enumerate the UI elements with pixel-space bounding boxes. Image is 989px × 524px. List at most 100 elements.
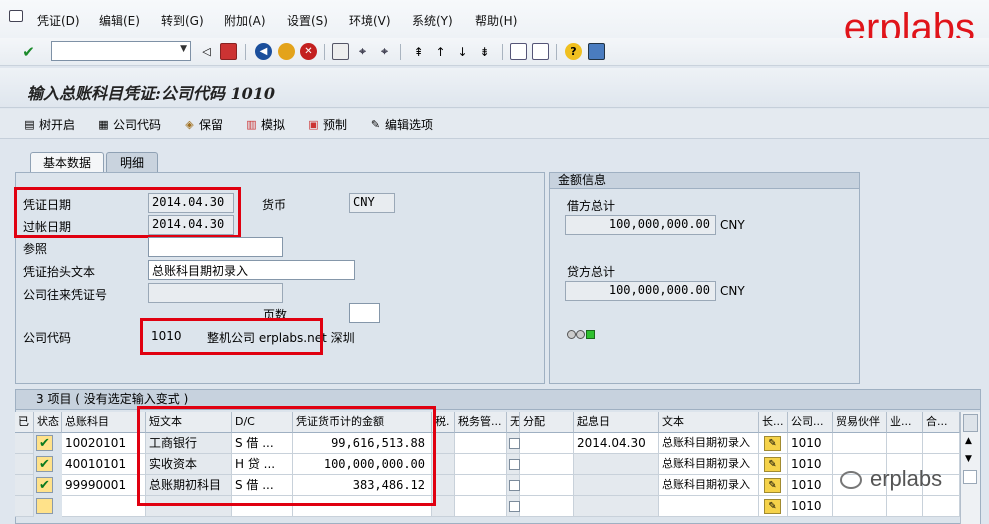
scroll-up-icon[interactable]: ▲ — [965, 436, 972, 446]
text-cell[interactable]: 总账科目期初录入 — [659, 433, 759, 454]
tab-basic-data[interactable]: 基本数据 — [30, 152, 104, 173]
col-company[interactable]: 公司... — [788, 412, 833, 433]
shortcut-icon[interactable] — [532, 43, 549, 60]
assignment-cell[interactable] — [520, 454, 574, 475]
company-cell[interactable]: 1010 — [788, 433, 833, 454]
cancel-icon[interactable]: ✕ — [300, 43, 317, 60]
last-page-icon[interactable]: ⇟ — [476, 43, 493, 60]
row-selector[interactable] — [15, 475, 34, 496]
menu-extras[interactable]: 附加(A) — [224, 12, 266, 29]
col-text[interactable]: 文本 — [659, 412, 759, 433]
long-text-pencil-icon[interactable]: ✎ — [764, 499, 781, 514]
company-code-button[interactable]: ▦ 公司代码 — [97, 116, 161, 133]
find-icon[interactable]: ⌖ — [354, 43, 371, 60]
company-cell[interactable]: 1010 — [788, 475, 833, 496]
menu-system[interactable]: 系统(Y) — [412, 12, 453, 29]
no-tax-checkbox[interactable] — [509, 480, 520, 491]
col-tax-mgmt[interactable]: 税务管... — [455, 412, 507, 433]
assignment-cell[interactable] — [520, 496, 574, 517]
business-cell[interactable] — [887, 496, 923, 517]
col-contract[interactable]: 合... — [923, 412, 960, 433]
col-selected[interactable]: 已 — [15, 412, 34, 433]
exit-icon[interactable] — [278, 43, 295, 60]
long-text-pencil-icon[interactable]: ✎ — [764, 478, 781, 493]
next-page-icon[interactable]: ↓ — [454, 43, 471, 60]
tab-details[interactable]: 明细 — [106, 152, 158, 173]
value-date-cell[interactable]: 2014.04.30 — [574, 433, 659, 454]
back-arrow-icon[interactable]: ◁ — [198, 43, 215, 60]
table-settings-icon[interactable] — [963, 414, 978, 432]
tax-mgmt-cell[interactable] — [455, 475, 507, 496]
menu-environment[interactable]: 环境(V) — [349, 12, 391, 29]
col-no[interactable]: 无 — [507, 412, 520, 433]
scroll-thumb[interactable] — [963, 470, 977, 484]
col-assignment[interactable]: 分配 — [520, 412, 574, 433]
col-status[interactable]: 状态 — [34, 412, 62, 433]
page-input[interactable] — [349, 303, 380, 323]
help-icon[interactable]: ? — [565, 43, 582, 60]
no-tax-checkbox[interactable] — [509, 501, 520, 512]
trading-partner-cell[interactable] — [833, 433, 887, 454]
business-cell[interactable] — [887, 433, 923, 454]
new-session-icon[interactable] — [510, 43, 527, 60]
text-cell[interactable] — [659, 496, 759, 517]
save-as-completed-button[interactable]: ▣ 预制 — [307, 116, 347, 133]
assignment-cell[interactable] — [520, 433, 574, 454]
tree-on-button[interactable]: ▤ 树开启 — [23, 116, 75, 133]
text-cell[interactable]: 总账科目期初录入 — [659, 454, 759, 475]
find-next-icon[interactable]: ⌖ — [376, 43, 393, 60]
back-icon[interactable]: ◀ — [255, 43, 272, 60]
text-cell[interactable]: 总账科目期初录入 — [659, 475, 759, 496]
menu-goto[interactable]: 转到(G) — [161, 12, 204, 29]
col-long-text[interactable]: 长... — [759, 412, 788, 433]
value-date-cell[interactable] — [574, 496, 659, 517]
command-field[interactable]: ▼ — [51, 41, 191, 61]
gl-account-cell[interactable]: 99990001 — [62, 475, 146, 496]
menu-help[interactable]: 帮助(H) — [475, 12, 517, 29]
reference-input[interactable] — [148, 237, 283, 257]
table-vertical-scrollbar[interactable]: ▲ ▼ — [960, 412, 980, 524]
long-text-pencil-icon[interactable]: ✎ — [764, 457, 781, 472]
print-icon[interactable] — [332, 43, 349, 60]
gl-account-cell[interactable]: 10020101 — [62, 433, 146, 454]
chevron-down-icon[interactable]: ▼ — [180, 44, 187, 54]
editing-options-button[interactable]: ✎ 编辑选项 — [369, 116, 433, 133]
tax-mgmt-cell[interactable] — [455, 454, 507, 475]
row-selector[interactable] — [15, 496, 34, 517]
long-text-pencil-icon[interactable]: ✎ — [764, 436, 781, 451]
previous-page-icon[interactable]: ↑ — [432, 43, 449, 60]
header-text-input[interactable]: 总账科目期初录入 — [148, 260, 355, 280]
col-value-date[interactable]: 起息日 — [574, 412, 659, 433]
menu-settings[interactable]: 设置(S) — [287, 12, 328, 29]
gl-account-cell[interactable]: 40010101 — [62, 454, 146, 475]
cross-cc-field[interactable] — [148, 283, 283, 303]
contract-cell[interactable] — [923, 496, 960, 517]
assignment-cell[interactable] — [520, 475, 574, 496]
first-page-icon[interactable]: ⇞ — [410, 43, 427, 60]
no-tax-checkbox[interactable] — [509, 438, 520, 449]
row-selector[interactable] — [15, 454, 34, 475]
company-cell[interactable]: 1010 — [788, 454, 833, 475]
value-date-cell[interactable] — [574, 475, 659, 496]
value-date-cell[interactable] — [574, 454, 659, 475]
save-icon[interactable] — [220, 43, 237, 60]
col-business[interactable]: 业... — [887, 412, 923, 433]
park-button[interactable]: ◈ 保留 — [183, 116, 223, 133]
col-gl-account[interactable]: 总账科目 — [62, 412, 146, 433]
simulate-button[interactable]: ▥ 模拟 — [245, 116, 285, 133]
currency-field[interactable]: CNY — [349, 193, 395, 213]
menu-edit[interactable]: 编辑(E) — [99, 12, 140, 29]
contract-cell[interactable] — [923, 433, 960, 454]
trading-partner-cell[interactable] — [833, 496, 887, 517]
row-selector[interactable] — [15, 433, 34, 454]
system-menu-icon[interactable] — [9, 10, 23, 22]
menu-document[interactable]: 凭证(D) — [37, 12, 80, 29]
scroll-down-icon[interactable]: ▼ — [965, 454, 972, 464]
tax-mgmt-cell[interactable] — [455, 496, 507, 517]
company-cell[interactable]: 1010 — [788, 496, 833, 517]
col-trading-partner[interactable]: 贸易伙伴 — [833, 412, 887, 433]
enter-check-icon[interactable]: ✔ — [20, 43, 37, 61]
no-tax-checkbox[interactable] — [509, 459, 520, 470]
gl-account-cell[interactable] — [62, 496, 146, 517]
layout-menu-icon[interactable] — [588, 43, 605, 60]
